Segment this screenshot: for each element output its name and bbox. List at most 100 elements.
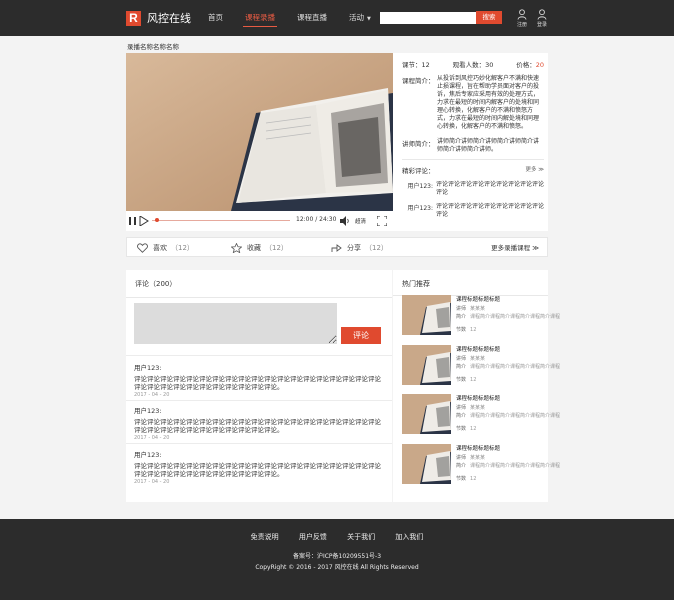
hot-recommendations: 热门推荐 课程标题标题标题 讲师 某某某 简介 课程简介课程简介课程简介课程简介课程… [393,270,560,502]
register-link[interactable]: 注册 [514,9,530,28]
nav-recorded-courses[interactable]: 课程录播 [243,0,277,36]
comment-date: 2017 - 04 - 20 [134,479,170,485]
nav-live-courses[interactable]: 课程直播 [297,0,327,36]
intro-label: 简介 [456,413,467,419]
intro-label: 简介 [456,314,467,320]
logo-mark: R [126,10,141,26]
lessons-value: 12 [470,377,477,383]
course-intro: 简介 课程简介课程简介课程简介课程简介课程 [456,412,560,419]
course-lessons: 节数 12 [456,376,544,383]
course-intro: 简介 课程简介课程简介课程简介课程简介课程 [456,462,560,469]
course-name: 课程标题标题标题 [456,297,501,303]
intro-text: 从投诉到风控巧妙化解客户不满和快速止损课程，旨在帮助学员面对客户的投诉，焦后专家… [437,75,540,130]
login-user-icon [537,9,547,20]
course-lessons: 节数 12 [456,326,544,333]
intro-text: 课程简介课程简介课程简介课程简介课程 [470,364,561,370]
comment-text: 评论评论评论评论评论评论评论评论评论评论评论评论评论评论评论评论评论评论评论评论… [134,462,381,478]
lessons-label: 节数 [456,377,467,383]
site-footer: 免责说明 用户反馈 关于我们 加入我们 备案号：沪ICP备10209551号-3… [0,519,674,600]
price-label: 价格： [516,61,536,69]
reviews-header: 精彩评论： 更多 ≫ [398,160,548,175]
footer-links: 免责说明 用户反馈 关于我们 加入我们 [0,532,674,542]
comment-user: 用户123: [134,364,162,372]
course-thumbnail-image [402,394,451,434]
pause-icon[interactable] [128,216,138,226]
comment-item: 用户123: 评论评论评论评论评论评论评论评论评论评论评论评论评论评论评论评论评… [134,362,386,398]
reviews-more-label: 更多 [525,167,537,173]
course-stats: 课节：12 观看人数：30 价格：20 [398,53,548,69]
teacher-label: 讲师 [456,356,467,362]
comment-date: 2017 - 04 - 20 [134,392,170,398]
nav-activities[interactable]: 活动 ▼ [349,0,371,36]
player-controls: 12:00 / 24:30 超清 [126,211,393,231]
fullscreen-icon[interactable] [377,216,387,226]
share-button[interactable]: 分享 （12） [331,238,388,258]
divider [126,443,392,444]
more-courses-link[interactable]: 更多录播课程 ≫ [491,238,539,258]
heart-icon [137,243,148,253]
volume-icon[interactable] [340,216,350,226]
course-teacher: 讲师 某某某 [456,454,544,461]
footer-link-about[interactable]: 关于我们 [347,533,375,541]
recommended-course[interactable]: 课程标题标题标题 讲师 某某某 简介 课程简介课程简介课程简介课程简介课程 节数 12 [402,345,560,385]
divider [126,400,392,401]
nav-activities-label: 活动 [349,13,364,22]
intro-label: 简介 [456,463,467,469]
recommended-course[interactable]: 课程标题标题标题 讲师 某某某 简介 课程简介课程简介课程简介课程简介课程 节数 12 [402,394,560,434]
review-user: 用户123: [407,205,433,212]
review-item: 用户123: 评论评论评论评论评论评论评论评论评论评论 [398,175,548,197]
favorite-label: 收藏 [247,244,261,252]
comment-user: 用户123: [134,407,162,415]
comments-panel: 评论（200） 评论 用户123: 评论评论评论评论评论评论评论评论评论评论评论… [126,270,392,502]
site-logo[interactable]: R 风控在线 [126,10,191,26]
teacher-label: 讲师简介： [402,140,435,148]
comment-text: 评论评论评论评论评论评论评论评论评论评论评论评论评论评论评论评论评论评论评论评论… [134,375,381,391]
search-input[interactable] [380,12,476,24]
lessons-value: 12 [470,476,477,482]
like-button[interactable]: 喜欢 （12） [137,238,194,258]
course-name: 课程标题标题标题 [456,446,501,452]
footer-link-feedback[interactable]: 用户反馈 [299,533,327,541]
reviews-more-link[interactable]: 更多 ≫ [525,165,544,175]
teacher-label: 讲师 [456,455,467,461]
share-count: （12） [365,244,388,252]
progress-handle[interactable] [154,218,159,222]
course-thumbnail-image [402,295,451,335]
progress-bar[interactable] [152,220,290,221]
lessons-value: 12 [470,426,477,432]
icp-record: 备案号：沪ICP备10209551号-3 [292,553,382,560]
teacher-name: 某某某 [470,405,486,411]
login-link[interactable]: 登录 [534,9,550,28]
price: 价格：20 [516,59,544,69]
search-button[interactable]: 搜索 [476,11,502,24]
nav-home[interactable]: 首页 [208,0,223,36]
divider [126,297,392,298]
comment-text: 评论评论评论评论评论评论评论评论评论评论评论评论评论评论评论评论评论评论评论评论… [134,418,381,434]
login-label: 登录 [536,22,547,28]
comment-input[interactable] [134,303,337,344]
intro-text: 课程简介课程简介课程简介课程简介课程 [470,463,561,469]
course-name: 课程标题标题标题 [456,396,501,402]
teacher-label: 讲师 [456,306,467,312]
submit-comment-button[interactable]: 评论 [341,327,381,344]
share-icon [331,244,342,252]
course-lessons: 节数 12 [456,425,544,432]
quality-selector[interactable]: 超清 [355,217,366,225]
favorite-button[interactable]: 收藏 （12） [231,238,288,258]
star-icon [231,243,242,253]
viewer-count: 观看人数：30 [452,61,494,69]
course-intro: 简介 课程简介课程简介课程简介课程简介课程 [456,363,560,370]
recommended-course[interactable]: 课程标题标题标题 讲师 某某某 简介 课程简介课程简介课程简介课程简介课程 节数 12 [402,295,560,335]
recommended-course[interactable]: 课程标题标题标题 讲师 某某某 简介 课程简介课程简介课程简介课程简介课程 节数 12 [402,444,560,484]
register-user-icon [517,9,527,20]
review-text: 评论评论评论评论评论评论评论评论评论评论 [436,181,545,196]
play-icon[interactable] [139,216,149,226]
intro-label: 简介 [456,364,467,370]
intro-text: 课程简介课程简介课程简介课程简介课程 [470,314,561,320]
footer-link-join[interactable]: 加入我们 [395,533,423,541]
video-player[interactable] [126,53,393,211]
lessons-label: 节数 [456,426,467,432]
reviews-label: 精彩评论： [402,167,435,175]
footer-link-disclaimer[interactable]: 免责说明 [251,533,279,541]
course-intro: 课程简介： 从投诉到风控巧妙化解客户不满和快速止损课程，旨在帮助学员面对客户的投… [398,75,548,131]
